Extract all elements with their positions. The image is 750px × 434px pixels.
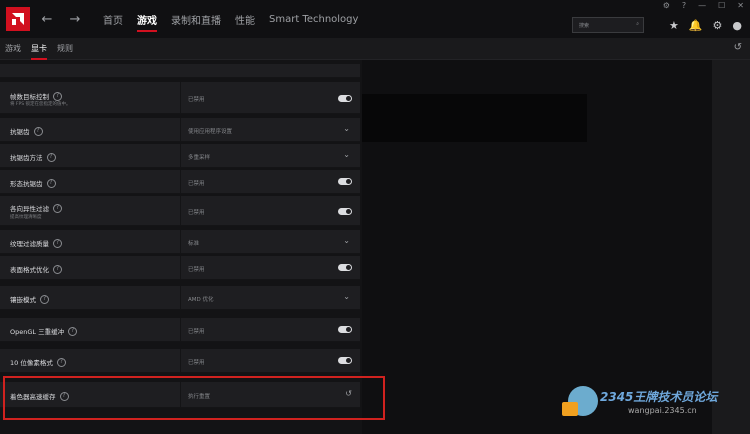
minimize-button[interactable]: — [698, 1, 706, 10]
settings-row-opengl-triple-buffer: OpenGL 三重缓冲 ? 已禁用 [0, 318, 360, 342]
settings-row-aa-method[interactable]: 抗锯齿方法 ? 多重采样 ⌄ [0, 144, 360, 168]
tab-smart-technology[interactable]: Smart Technology [262, 0, 365, 38]
sub-tabs-bar: 游戏 显卡 规则 ↺ [0, 38, 750, 60]
toggle-switch[interactable] [338, 326, 352, 333]
side-strip [712, 60, 750, 434]
setting-label: 帧数目标控制 ? [10, 91, 62, 101]
search-box[interactable]: 搜索 ⌕ [572, 17, 644, 33]
maximize-button[interactable]: ☐ [718, 1, 725, 10]
toggle-switch[interactable] [338, 95, 352, 102]
favorites-star-icon[interactable]: ★ [669, 19, 679, 32]
setting-value: 多重采样 [188, 155, 211, 161]
toggle-switch[interactable] [338, 178, 352, 185]
chevron-down-icon[interactable]: ⌄ [343, 236, 350, 245]
settings-row-surface-format: 表面格式优化 ? 已禁用 [0, 256, 360, 280]
help-icon[interactable]: ? [53, 203, 62, 213]
settings-gear-icon[interactable]: ⚙ [713, 19, 723, 32]
app-window: ← → 首页 游戏 录制和直播 性能 Smart Technology ⚙ ? … [0, 0, 750, 434]
chevron-down-icon[interactable]: ⌄ [343, 124, 350, 133]
watermark: 2345王牌技术员论坛 wangpai.2345.cn [560, 384, 750, 424]
tab-performance[interactable]: 性能 [228, 0, 262, 38]
search-icon: ⌕ [636, 21, 639, 27]
subtab-rules[interactable]: 规则 [52, 38, 78, 60]
chevron-down-icon[interactable]: ⌄ [343, 150, 350, 159]
tab-record-stream[interactable]: 录制和直播 [164, 0, 228, 38]
setting-value: 已禁用 [188, 181, 205, 187]
dimmed-panel [362, 94, 587, 142]
setting-sublabel: 将 FPS 锁定在您指定的值中。 [10, 102, 71, 107]
settings-row-frame-target: 帧数目标控制 ? 将 FPS 锁定在您指定的值中。 已禁用 [0, 82, 360, 114]
notifications-bell-icon[interactable]: 🔔 [689, 19, 703, 32]
dimmed-content-area [362, 60, 712, 434]
watermark-url: wangpai.2345.cn [628, 406, 697, 415]
setting-value: 已禁用 [188, 97, 205, 103]
settings-row-10bit-pixel: 10 位像素格式 ? 已禁用 [0, 349, 360, 373]
forward-button[interactable]: → [64, 12, 86, 27]
setting-value: 已禁用 [188, 329, 205, 335]
toggle-switch[interactable] [338, 357, 352, 364]
settings-row-anti-aliasing[interactable]: 抗锯齿 ? 使用应用程序设置 ⌄ [0, 118, 360, 142]
help-icon[interactable]: ? [53, 238, 62, 248]
setting-value: 已禁用 [188, 267, 205, 273]
help-icon[interactable]: ? [682, 1, 686, 10]
bug-report-icon[interactable]: ⚙ [663, 1, 670, 10]
help-icon[interactable]: ? [40, 294, 49, 304]
settings-row-texture-quality[interactable]: 纹理过滤质量 ? 标准 ⌄ [0, 230, 360, 254]
back-button[interactable]: ← [36, 12, 58, 27]
tab-gaming[interactable]: 游戏 [130, 0, 164, 38]
help-icon[interactable]: ? [53, 91, 62, 101]
chevron-down-icon[interactable]: ⌄ [343, 292, 350, 301]
watermark-title: 2345王牌技术员论坛 [600, 390, 718, 404]
highlight-box [3, 376, 385, 420]
main-nav: 首页 游戏 录制和直播 性能 Smart Technology [96, 0, 365, 38]
settings-row-cutoff [0, 64, 360, 78]
subtab-graphics[interactable]: 显卡 [26, 38, 52, 60]
settings-row-tessellation[interactable]: 镶嵌模式 ? AMD 优化 ⌄ [0, 286, 360, 310]
help-icon[interactable]: ? [33, 126, 43, 136]
toggle-switch[interactable] [338, 264, 352, 271]
setting-value: 标准 [188, 241, 200, 247]
amd-logo-icon [12, 13, 24, 25]
reset-all-icon[interactable]: ↺ [734, 42, 742, 53]
amd-logo[interactable] [6, 7, 30, 31]
help-icon[interactable]: ? [56, 357, 66, 367]
search-placeholder: 搜索 [579, 22, 590, 29]
subtab-games[interactable]: 游戏 [0, 38, 26, 60]
close-button[interactable]: ✕ [737, 1, 744, 10]
gift-icon [562, 402, 578, 416]
help-icon[interactable]: ? [53, 264, 62, 274]
setting-value: 已禁用 [188, 360, 205, 366]
setting-value: 已禁用 [188, 210, 205, 216]
tab-home[interactable]: 首页 [96, 0, 130, 38]
account-icon[interactable]: ● [732, 19, 742, 32]
settings-row-morphological-aa: 形态抗锯齿 ? 已禁用 [0, 170, 360, 194]
help-icon[interactable]: ? [68, 326, 78, 336]
top-bar: ← → 首页 游戏 录制和直播 性能 Smart Technology ⚙ ? … [0, 0, 750, 38]
setting-value: AMD 优化 [188, 297, 214, 303]
window-controls: ⚙ ? — ☐ ✕ [663, 1, 744, 10]
help-icon[interactable]: ? [46, 152, 56, 162]
settings-row-anisotropic: 各向异性过滤 ? 提高纹理清晰度 已禁用 [0, 196, 360, 226]
setting-value: 使用应用程序设置 [188, 129, 233, 135]
setting-sublabel: 提高纹理清晰度 [10, 215, 42, 220]
toggle-switch[interactable] [338, 208, 352, 215]
help-icon[interactable]: ? [46, 178, 56, 188]
top-icons: ★ 🔔 ⚙ ● [669, 19, 742, 32]
